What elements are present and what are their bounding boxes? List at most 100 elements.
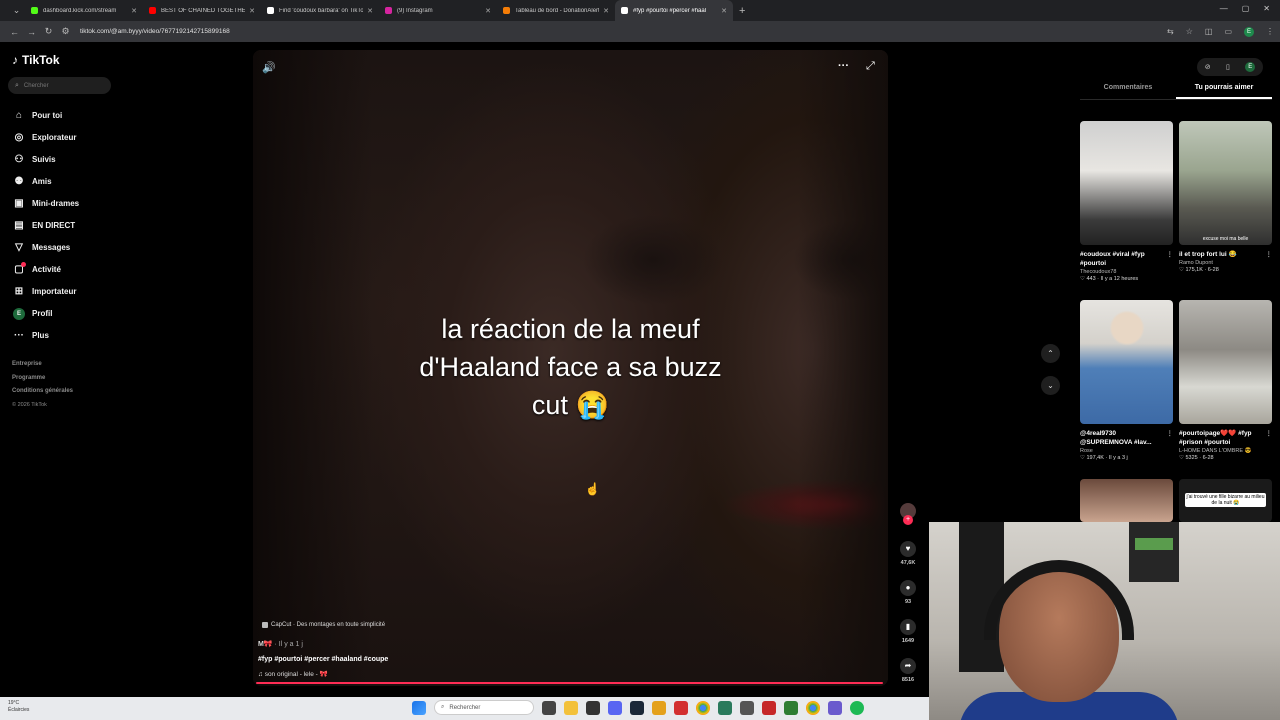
next-video-button[interactable]: ⌄ — [1041, 376, 1060, 395]
profile-avatar[interactable]: E — [1244, 26, 1254, 37]
site-info-icon[interactable]: ⚙ — [57, 26, 74, 37]
sidebar-item-plus[interactable]: ··· Plus — [12, 324, 122, 346]
spotify-icon[interactable] — [850, 700, 864, 715]
menu-icon[interactable]: ⋮ — [1266, 27, 1274, 37]
discord-icon[interactable] — [608, 700, 622, 715]
close-tab-icon[interactable]: ✕ — [131, 7, 137, 15]
app-icon[interactable] — [828, 700, 842, 715]
minimize-icon[interactable]: — — [1220, 4, 1228, 13]
app-icon[interactable] — [718, 700, 732, 715]
video-thumbnail[interactable] — [1179, 300, 1272, 424]
like-action[interactable]: ♥ 47,6K — [898, 541, 918, 566]
tab-list-icon[interactable]: ⌄ — [8, 5, 25, 16]
capcut-link[interactable]: CapCut · Des montages en toute simplicit… — [262, 622, 385, 628]
suggested-video-card[interactable]: @4real9730 @SUPREMNOVA #lav... ⋮ Rose ♡ 1… — [1080, 300, 1173, 461]
suggested-video-card[interactable]: j'ai trouvé une fille bizarre au milieu … — [1179, 479, 1272, 522]
phone-icon[interactable]: ▯ — [1226, 63, 1230, 71]
sidebar-item-suivis[interactable]: ⚇ Suivis — [12, 148, 122, 170]
windows-start-icon[interactable] — [412, 700, 426, 715]
back-icon[interactable]: ← — [6, 27, 23, 37]
file-explorer-icon[interactable] — [564, 700, 578, 715]
video-hashtags[interactable]: #fyp #pourtoi #percer #haaland #coupe — [258, 656, 388, 663]
video-progress-bar[interactable] — [256, 682, 883, 684]
close-tab-icon[interactable]: ✕ — [721, 7, 727, 15]
video-thumbnail[interactable] — [1080, 479, 1173, 522]
video-thumbnail[interactable] — [1080, 300, 1173, 424]
app-icon[interactable] — [652, 700, 666, 715]
more-icon[interactable]: ⋮ — [1266, 250, 1273, 259]
suggested-video-card[interactable] — [1080, 479, 1173, 522]
bookmark-icon[interactable]: ▮ — [900, 619, 916, 635]
comment-action[interactable]: ● 93 — [898, 580, 918, 605]
suggested-video-card[interactable]: #pourtoipage❤️❤️ #fyp #prison #pourtoi ⋮ … — [1179, 300, 1272, 461]
volume-icon[interactable]: 🔊 — [262, 61, 276, 74]
forward-icon[interactable]: → — [23, 27, 40, 37]
search-input[interactable]: ⌕ Chercher — [8, 77, 111, 94]
suggested-video-card[interactable]: #coudoux #viral #fyp #pourtoi ⋮ Thecoudou… — [1080, 121, 1173, 282]
video-thumbnail[interactable]: j'ai trouvé une fille bizarre au milieu … — [1179, 479, 1272, 522]
sidebar-item-en-direct[interactable]: ▤ EN DIRECT — [12, 214, 122, 236]
sidebar-item-messages[interactable]: ▽ Messages — [12, 236, 122, 258]
bookmark-star-icon[interactable]: ☆ — [1186, 27, 1193, 37]
chrome-icon[interactable] — [806, 700, 820, 715]
settings-icon[interactable] — [740, 700, 754, 715]
browser-tab[interactable]: Find 'coudoux barbara' on TikTok ✕ — [261, 0, 379, 21]
previous-video-button[interactable]: ⌃ — [1041, 344, 1060, 363]
close-tab-icon[interactable]: ✕ — [603, 7, 609, 15]
video-thumbnail[interactable]: excuse moi ma belle — [1179, 121, 1272, 245]
sidebar-item-amis[interactable]: ⚉ Amis — [12, 170, 122, 192]
fullscreen-icon[interactable]: ⤢ — [866, 60, 875, 73]
reload-icon[interactable]: ↻ — [40, 26, 57, 37]
footer-link-programme[interactable]: Programme — [12, 372, 73, 386]
compass-icon[interactable]: ⊘ — [1205, 63, 1211, 71]
heart-icon[interactable]: ♥ — [900, 541, 916, 557]
weather-widget[interactable]: 19°C Éclaircies — [8, 700, 29, 714]
close-window-icon[interactable]: ✕ — [1263, 4, 1270, 13]
tab-commentaires[interactable]: Commentaires — [1080, 84, 1176, 99]
close-tab-icon[interactable]: ✕ — [249, 7, 255, 15]
sidebar-item-mini-drames[interactable]: ▣ Mini-drames — [12, 192, 122, 214]
user-avatar[interactable]: E — [1245, 62, 1256, 72]
sidebar-item-profil[interactable]: E Profil — [12, 302, 122, 324]
share-icon[interactable]: ➦ — [900, 658, 916, 674]
translate-icon[interactable]: ⇆ — [1167, 27, 1174, 37]
extensions-icon[interactable]: ◫ — [1205, 27, 1213, 37]
task-view-icon[interactable] — [542, 700, 556, 715]
suggested-video-card[interactable]: excuse moi ma belle il et trop fort lui … — [1179, 121, 1272, 273]
steam-icon[interactable] — [630, 700, 644, 715]
video-player[interactable]: 🔊 ··· ⤢ la réaction de la meuf d'Haaland… — [253, 50, 888, 686]
sidebar-item-explorateur[interactable]: ◎ Explorateur — [12, 126, 122, 148]
sidebar-item-pour-toi[interactable]: ⌂ Pour toi — [12, 104, 122, 126]
more-options-icon[interactable]: ··· — [838, 60, 849, 72]
app-icon[interactable] — [586, 700, 600, 715]
tab-suggestions[interactable]: Tu pourrais aimer — [1176, 84, 1272, 99]
creator-avatar[interactable]: + — [900, 503, 916, 525]
browser-tab[interactable]: (9) Instagram ✕ — [379, 0, 497, 21]
tiktok-logo[interactable]: ♪ TikTok — [12, 53, 60, 67]
more-icon[interactable]: ⋮ — [1167, 250, 1174, 259]
app-icon[interactable] — [674, 700, 688, 715]
url-field[interactable]: tiktok.com/@am.byyy/video/76771921427158… — [80, 28, 1167, 35]
browser-tab-active[interactable]: #fyp #pourtoi #percer #haal ✕ — [615, 0, 733, 21]
chrome-icon[interactable] — [696, 700, 710, 715]
video-thumbnail[interactable] — [1080, 121, 1173, 245]
app-icon[interactable] — [784, 700, 798, 715]
more-icon[interactable]: ⋮ — [1266, 429, 1273, 438]
footer-link-conditions[interactable]: Conditions générales — [12, 385, 73, 399]
sidebar-item-activite[interactable]: ▢ Activité — [12, 258, 122, 280]
maximize-icon[interactable]: ▢ — [1242, 4, 1250, 13]
close-tab-icon[interactable]: ✕ — [367, 7, 373, 15]
taskbar-search[interactable]: ⌕ Rechercher — [434, 700, 534, 715]
browser-tab[interactable]: dashboard.kick.com/stream ✕ — [25, 0, 143, 21]
video-sound[interactable]: ♫ son original - lele - 🎀 — [258, 670, 328, 678]
follow-plus-icon[interactable]: + — [903, 515, 913, 525]
tab-search-icon[interactable]: ▭ — [1224, 27, 1232, 37]
new-tab-icon[interactable]: + — [739, 5, 745, 17]
comment-icon[interactable]: ● — [900, 580, 916, 596]
app-icon[interactable] — [762, 700, 776, 715]
save-action[interactable]: ▮ 1649 — [898, 619, 918, 644]
video-author[interactable]: M🎀 · Il y a 1 j — [258, 640, 303, 648]
browser-tab[interactable]: BEST OF CHAINED TOGETHER ✕ — [143, 0, 261, 21]
footer-link-entreprise[interactable]: Entreprise — [12, 358, 73, 372]
more-icon[interactable]: ⋮ — [1167, 429, 1174, 438]
